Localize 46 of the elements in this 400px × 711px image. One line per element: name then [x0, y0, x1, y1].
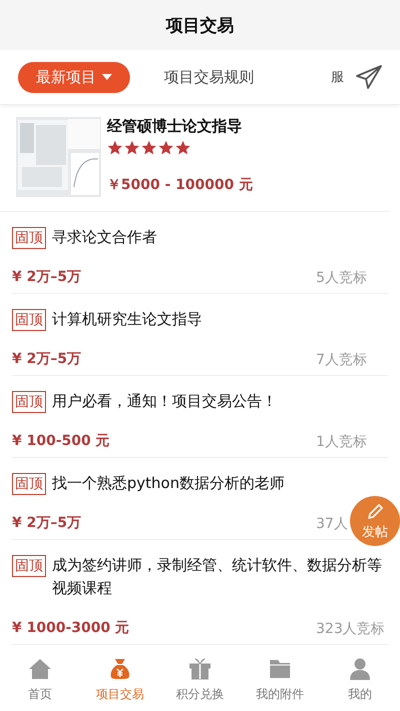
pencil-icon: [365, 502, 385, 522]
pinned-tag: 固顶: [12, 555, 46, 577]
price-range: ￥5000 - 100000 元: [107, 176, 253, 194]
pinned-tag: 固顶: [12, 309, 46, 331]
pinned-tag: 固顶: [12, 227, 46, 249]
pinned-tag: 固顶: [12, 391, 46, 413]
bid-count: 5人竞标: [316, 270, 367, 286]
tab[interactable]: 最新项目: [18, 62, 130, 92]
caret-icon: [102, 74, 112, 80]
project-title: 找一个熟悉python数据分析的老师: [52, 473, 286, 494]
price-range: ¥ 1000-3000 元: [12, 619, 130, 637]
project-title: 计算机研究生论文指导: [52, 309, 203, 330]
post-button[interactable]: 发帖: [350, 496, 400, 546]
user-icon: [348, 657, 372, 681]
price-range: ¥ 2万–5万: [12, 514, 82, 532]
project-title: 经管硕博士论文指导: [107, 117, 243, 136]
project-title: 寻求论文合作者: [52, 227, 158, 248]
star-icon: [124, 140, 140, 156]
price-range: ¥ 2万–5万: [12, 268, 82, 286]
nav-tab[interactable]: 项目交易: [80, 649, 160, 711]
bid-count: 7人竞标: [316, 352, 367, 368]
home-icon: [28, 657, 52, 681]
page-title: 项目交易: [166, 14, 234, 36]
tab[interactable]: 服: [329, 62, 346, 92]
send-icon[interactable]: [356, 65, 382, 89]
price-range: ¥ 2万–5万: [12, 350, 82, 368]
star-icon: [141, 140, 157, 156]
bid-count: 1人竞标: [316, 434, 367, 450]
nav-tab[interactable]: 我的: [320, 649, 400, 711]
star-icon: [158, 140, 174, 156]
pinned-tag: 固顶: [12, 473, 46, 495]
nav-tab[interactable]: 积分兑换: [160, 649, 240, 711]
bid-count: 37人: [316, 516, 348, 532]
folder-icon: [268, 657, 292, 681]
money-bag-icon: [108, 657, 132, 681]
bid-count: 323人竞标: [316, 621, 385, 637]
project-title: 成为签约讲师，录制经管、统计软件、数据分析等视频课程: [52, 555, 383, 599]
gift-icon: [188, 657, 212, 681]
star-icon: [175, 140, 191, 156]
tab[interactable]: 项目交易规则: [146, 62, 272, 92]
project-title: 用户必看，通知！项目交易公告！: [52, 391, 278, 412]
price-range: ¥ 100-500 元: [12, 432, 110, 450]
nav-tab[interactable]: 我的附件: [240, 649, 320, 711]
featured-project[interactable]: 经管硕博士论文指导 ￥5000 - 100000 元: [0, 105, 390, 212]
star-icon: [107, 140, 123, 156]
nav-tab[interactable]: 首页: [0, 649, 80, 711]
